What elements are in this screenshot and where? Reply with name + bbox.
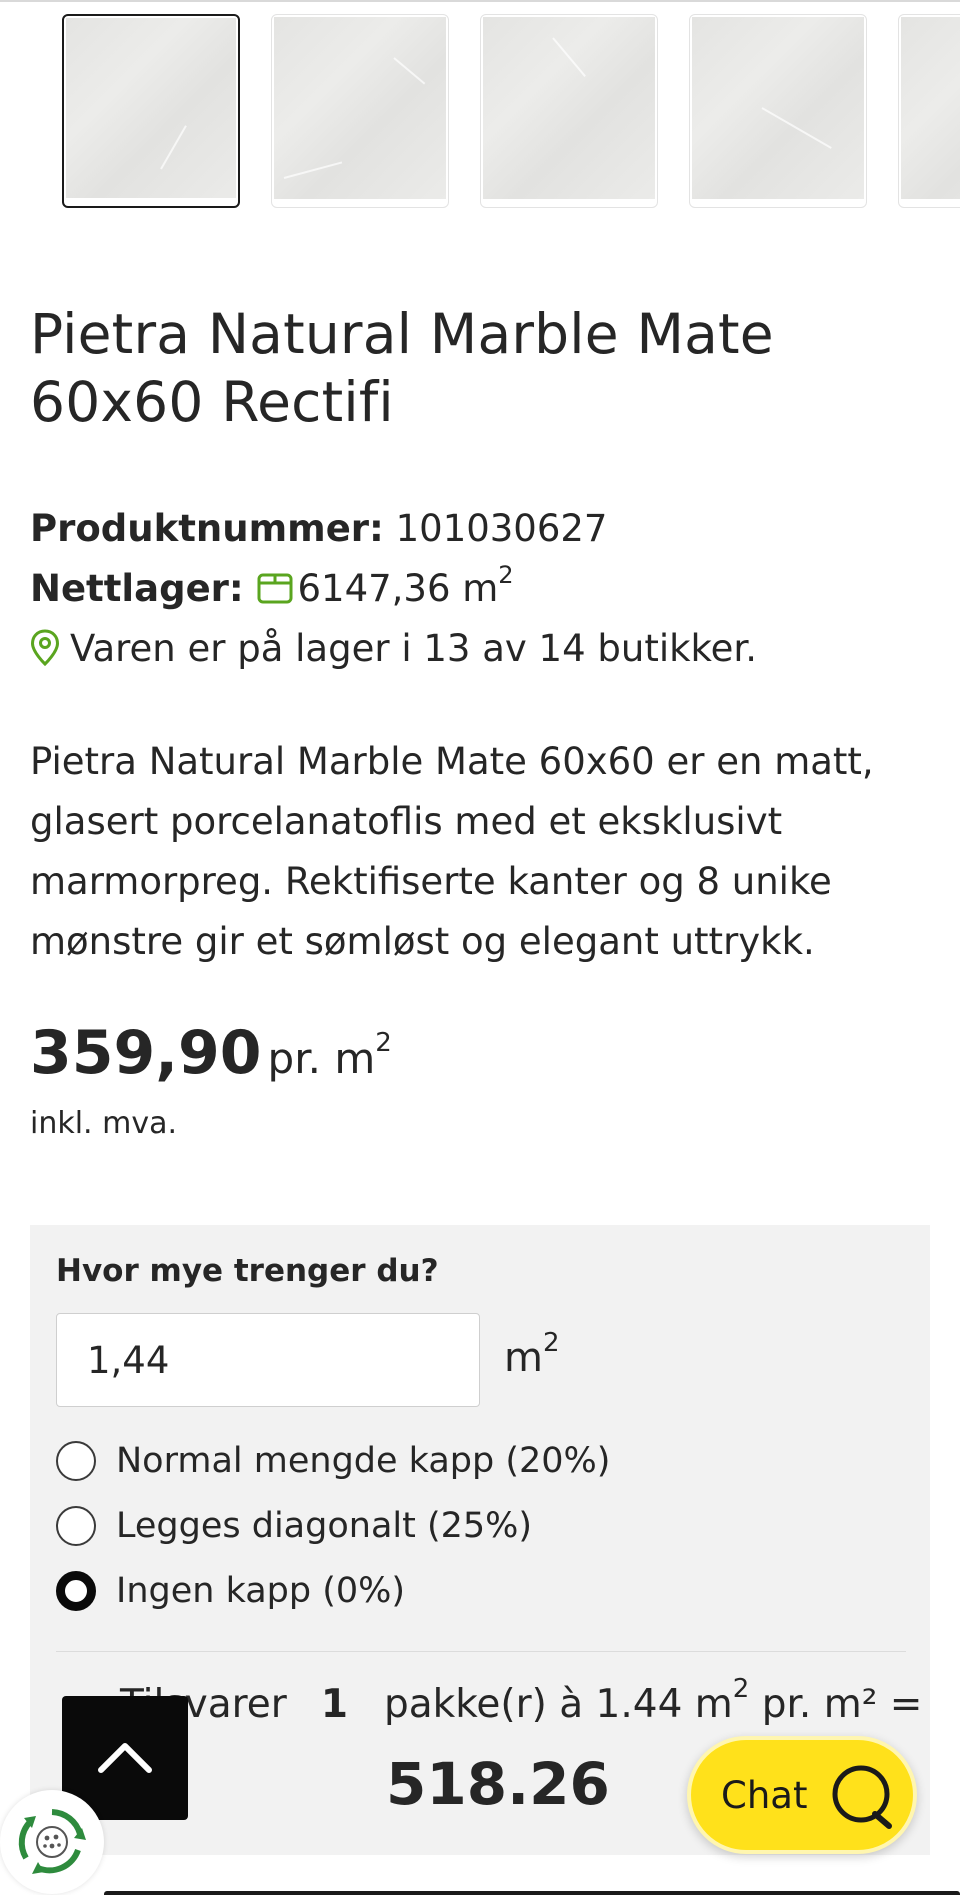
product-description: Pietra Natural Marble Mate 60x60 er en m… <box>30 740 874 963</box>
radio-button[interactable] <box>56 1441 96 1481</box>
chevron-up-icon <box>98 1743 152 1773</box>
radio-label: Normal mengde kapp (20%) <box>116 1441 611 1481</box>
tile-image <box>483 17 655 199</box>
total-price: 518.26 <box>386 1750 610 1818</box>
stock-row: Nettlager: 6147,36 m2 <box>30 563 514 612</box>
price-unit: pr. m2 <box>267 1028 392 1083</box>
bottom-edge-bar <box>104 1891 960 1895</box>
tile-image <box>274 17 446 199</box>
stock-unit-sup: 2 <box>498 561 514 589</box>
thumbnail-5[interactable] <box>898 14 960 208</box>
package-icon <box>257 570 293 604</box>
divider <box>56 1651 906 1652</box>
radio-button-checked[interactable] <box>56 1571 96 1611</box>
radio-label: Ingen kapp (0%) <box>116 1571 406 1611</box>
quantity-input[interactable] <box>56 1313 480 1407</box>
recycle-badge-icon <box>18 1809 86 1874</box>
chat-bubble-icon <box>832 1765 892 1829</box>
package-count: 1 <box>320 1682 348 1727</box>
store-availability-row[interactable]: Varen er på lager i 13 av 14 butikker. <box>30 626 757 672</box>
top-rule <box>0 0 960 2</box>
radio-label: Legges diagonalt (25%) <box>116 1506 533 1546</box>
sku-label: Produktnummer: <box>30 507 384 550</box>
calculator-question: Hvor mye trenger du? <box>56 1253 439 1289</box>
stock-value: 6147,36 m <box>297 567 499 610</box>
chat-button[interactable]: Chat <box>687 1736 917 1854</box>
radio-button[interactable] <box>56 1506 96 1546</box>
chat-label: Chat <box>721 1774 808 1817</box>
stock-label: Nettlager: <box>30 567 244 610</box>
price-amount: 359,90 <box>30 1018 262 1088</box>
summary-pack: pakke(r) à 1.44 m <box>383 1682 733 1727</box>
summary-pack-sup: 2 <box>732 1674 750 1704</box>
thumbnail-4[interactable] <box>689 14 867 208</box>
quantity-unit: m2 <box>504 1328 560 1381</box>
price-block: 359,90 pr. m2 <box>30 1018 392 1088</box>
product-title: Pietra Natural Marble Mate 60x60 Rectifi <box>30 302 774 434</box>
tile-image <box>692 17 864 199</box>
sku-row: Produktnummer: 101030627 <box>30 506 607 552</box>
eco-badge[interactable] <box>0 1790 104 1894</box>
store-availability-text: Varen er på lager i 13 av 14 butikker. <box>70 627 757 670</box>
tile-image <box>901 17 960 199</box>
thumbnail-3[interactable] <box>480 14 658 208</box>
thumbnail-2[interactable] <box>271 14 449 208</box>
thumbnail-strip[interactable] <box>0 14 960 210</box>
tile-image <box>66 18 236 198</box>
vat-note: inkl. mva. <box>30 1106 178 1141</box>
sku-value: 101030627 <box>395 507 608 550</box>
summary-suffix: pr. m² = <box>749 1682 923 1727</box>
package-summary: Tilsvarer 1 pakke(r) à 1.44 m2 pr. m² = <box>120 1676 923 1727</box>
location-pin-icon <box>30 629 60 667</box>
thumbnail-1[interactable] <box>62 14 240 208</box>
